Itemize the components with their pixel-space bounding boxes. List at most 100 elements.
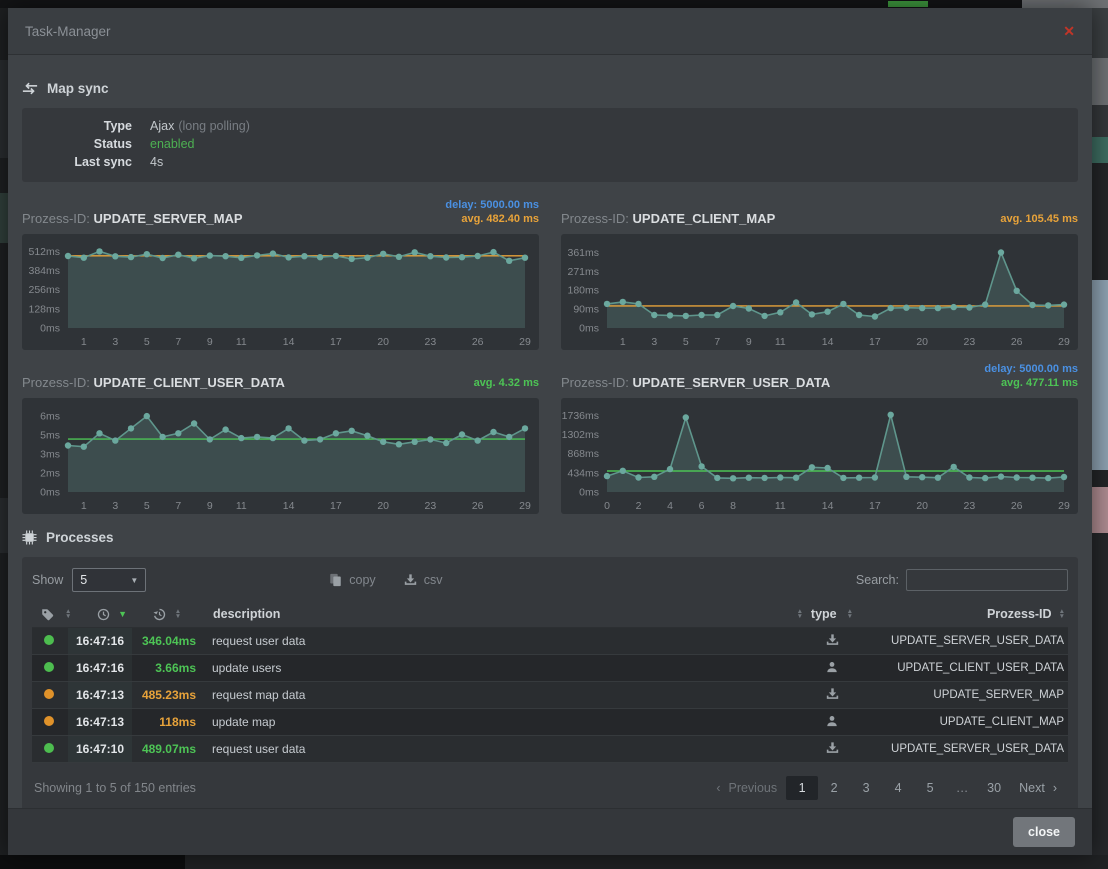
chart-average-value: avg. 4.32 ms xyxy=(474,376,539,390)
sort-desc-icon[interactable]: ▼ xyxy=(118,610,127,619)
chart-point xyxy=(667,466,673,472)
sort-icon[interactable]: ▲▼ xyxy=(175,609,181,620)
chart-point xyxy=(872,474,878,480)
chart-header: Prozess-ID: UPDATE_CLIENT_MAPavg. 105.45… xyxy=(561,196,1078,226)
show-entries-select[interactable]: 5 ▼ xyxy=(72,568,146,592)
chart-point xyxy=(982,301,988,307)
table-row[interactable]: 16:47:163.66msupdate usersUPDATE_CLIENT_… xyxy=(32,655,1068,682)
chart-point xyxy=(635,301,641,307)
chart-point xyxy=(175,430,181,436)
chart-point xyxy=(840,301,846,307)
chart-delay-value: delay: 5000.00 ms xyxy=(984,362,1078,376)
duration-cell: 489.07ms xyxy=(132,736,202,763)
search-input[interactable] xyxy=(906,569,1068,591)
modal-footer: close xyxy=(8,808,1092,855)
chart-header: Prozess-ID: UPDATE_SERVER_USER_DATAdelay… xyxy=(561,360,1078,390)
chart-point xyxy=(412,249,418,255)
chart-title-prefix: Prozess-ID: xyxy=(22,211,90,226)
chart-area xyxy=(607,253,1064,329)
pagination-next-label: Next xyxy=(1019,781,1045,795)
close-button[interactable]: close xyxy=(1013,817,1075,847)
status-dot-green xyxy=(44,635,54,645)
x-axis-label: 2 xyxy=(636,500,642,512)
chart-point xyxy=(761,475,767,481)
download-type-icon xyxy=(826,634,839,646)
status-cell xyxy=(32,709,68,736)
chart-point xyxy=(1014,288,1020,294)
y-axis-label: 1302ms xyxy=(562,429,599,441)
chart-canvas: 0ms128ms256ms384ms512ms13579111417202326… xyxy=(22,234,539,350)
processes-table: ▲▼ ▼ ▲▼ description ▲▼ xyxy=(32,601,1068,763)
chart-point xyxy=(888,305,894,311)
y-axis-label: 1736ms xyxy=(562,410,599,422)
chart-point xyxy=(1014,474,1020,480)
pagination-page-3[interactable]: 3 xyxy=(850,776,882,800)
chart-point xyxy=(238,255,244,261)
sort-icon[interactable]: ▲▼ xyxy=(65,609,71,620)
chart-metrics: delay: 5000.00 msavg. 482.40 ms xyxy=(445,198,539,226)
chart-point xyxy=(935,305,941,311)
copy-button[interactable]: copy xyxy=(329,573,375,587)
sort-icon[interactable]: ▲▼ xyxy=(1059,609,1065,620)
x-axis-label: 20 xyxy=(916,500,928,512)
x-axis-label: 14 xyxy=(283,500,295,512)
map-sync-row-suffix: (long polling) xyxy=(178,117,250,135)
chart-process-id: UPDATE_SERVER_MAP xyxy=(94,211,243,226)
chart-area xyxy=(68,416,525,492)
x-axis-label: 20 xyxy=(377,336,389,348)
background-bottom-bar xyxy=(0,855,1108,869)
task-manager-modal: Task-Manager ✕ Map sync TypeAjax(long po… xyxy=(8,8,1092,855)
chart-point xyxy=(966,304,972,310)
pagination-next[interactable]: Next› xyxy=(1010,776,1066,800)
chart-point xyxy=(396,441,402,447)
table-row[interactable]: 16:47:10489.07msrequest user dataUPDATE_… xyxy=(32,736,1068,763)
download-type-icon xyxy=(826,742,839,754)
background-page-edge-left xyxy=(0,8,8,855)
sort-icon[interactable]: ▲▼ xyxy=(797,609,803,620)
pagination-page-5[interactable]: 5 xyxy=(914,776,946,800)
chart-point xyxy=(872,313,878,319)
csv-button[interactable]: csv xyxy=(404,573,443,587)
chart-point xyxy=(793,299,799,305)
y-axis-label: 868ms xyxy=(567,448,599,460)
tag-icon xyxy=(41,608,54,621)
x-axis-label: 0 xyxy=(604,500,610,512)
pagination-page-1[interactable]: 1 xyxy=(786,776,818,800)
chart-point xyxy=(935,475,941,481)
chart-title-prefix: Prozess-ID: xyxy=(561,375,629,390)
table-row[interactable]: 16:47:16346.04msrequest user dataUPDATE_… xyxy=(32,628,1068,655)
table-toolbar: Show 5 ▼ copy csv xyxy=(32,567,1068,593)
chart-point xyxy=(667,312,673,318)
x-axis-label: 5 xyxy=(144,336,150,348)
table-row[interactable]: 16:47:13118msupdate mapUPDATE_CLIENT_MAP xyxy=(32,709,1068,736)
chart-point xyxy=(1029,302,1035,308)
x-axis-label: 8 xyxy=(730,500,736,512)
process-id-cell: UPDATE_SERVER_MAP xyxy=(860,682,1068,709)
chart-point xyxy=(793,475,799,481)
chart-point xyxy=(824,465,830,471)
time-cell: 16:47:13 xyxy=(68,682,132,709)
csv-button-label: csv xyxy=(424,573,443,587)
pagination-page-2[interactable]: 2 xyxy=(818,776,850,800)
chart-point xyxy=(919,474,925,480)
pagination-previous[interactable]: ‹Previous xyxy=(707,776,786,800)
chart-point xyxy=(683,313,689,319)
process-id-cell: UPDATE_SERVER_USER_DATA xyxy=(860,736,1068,763)
chart-point xyxy=(65,253,71,259)
sort-icon[interactable]: ▲▼ xyxy=(847,609,853,620)
pagination-page-30[interactable]: 30 xyxy=(978,776,1010,800)
description-column-header: description xyxy=(213,607,280,621)
x-axis-label: 11 xyxy=(775,500,786,512)
user-type-icon xyxy=(826,715,838,727)
close-icon[interactable]: ✕ xyxy=(1063,23,1075,40)
chart-point xyxy=(982,475,988,481)
status-cell xyxy=(32,736,68,763)
pagination-page-4[interactable]: 4 xyxy=(882,776,914,800)
chart-point xyxy=(475,437,481,443)
table-row[interactable]: 16:47:13485.23msrequest map dataUPDATE_S… xyxy=(32,682,1068,709)
x-axis-label: 26 xyxy=(1011,500,1023,512)
y-axis-label: 434ms xyxy=(567,467,599,479)
x-axis-label: 23 xyxy=(425,336,437,348)
chart-panel: 0ms2ms3ms5ms6ms1357911141720232629 xyxy=(22,398,539,514)
y-axis-label: 512ms xyxy=(28,246,60,258)
